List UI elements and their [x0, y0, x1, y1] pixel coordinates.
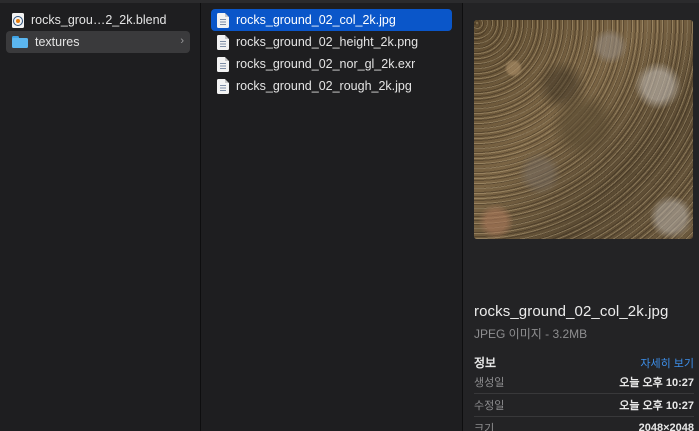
image-file-icon: [217, 12, 229, 28]
item-label: rocks_ground_02_rough_2k.jpg: [236, 79, 412, 93]
item-label: rocks_ground_02_nor_gl_2k.exr: [236, 57, 416, 71]
image-file-icon: [217, 56, 229, 72]
list-item-textures-folder[interactable]: textures ›: [6, 31, 190, 53]
info-value: 2048×2048: [638, 422, 694, 431]
image-file-icon: [217, 34, 229, 50]
info-header: 정보 자세히 보기: [474, 354, 694, 371]
column-textures[interactable]: rocks_ground_02_col_2k.jpg rocks_ground_…: [201, 3, 463, 431]
image-file-icon: [217, 78, 229, 94]
list-item-file[interactable]: rocks_ground_02_col_2k.jpg: [211, 9, 452, 31]
texture-image: [474, 20, 693, 239]
item-label: rocks_ground_02_height_2k.png: [236, 35, 419, 49]
preview-pane: rocks_ground_02_col_2k.jpg JPEG 이미지 - 3.…: [463, 3, 699, 431]
info-row-created: 생성일 오늘 오후 10:27: [474, 371, 694, 394]
finder-column-view: rocks_grou…2_2k.blend textures › rocks_g…: [0, 0, 699, 431]
preview-filename: rocks_ground_02_col_2k.jpg: [474, 303, 669, 320]
blender-file-icon: [12, 12, 24, 28]
info-value: 오늘 오후 10:27: [619, 377, 694, 389]
preview-thumbnail[interactable]: [474, 20, 693, 239]
info-key: 크기: [474, 423, 495, 431]
chevron-right-icon: ›: [180, 35, 184, 47]
list-item-file[interactable]: rocks_ground_02_height_2k.png: [211, 31, 452, 53]
column-parent[interactable]: rocks_grou…2_2k.blend textures ›: [0, 3, 201, 431]
item-label: rocks_grou…2_2k.blend: [31, 13, 167, 27]
list-item-blend-file[interactable]: rocks_grou…2_2k.blend: [6, 9, 190, 31]
item-label: textures: [35, 35, 80, 49]
list-item-file[interactable]: rocks_ground_02_rough_2k.jpg: [211, 75, 452, 97]
info-title: 정보: [474, 356, 497, 370]
show-more-link[interactable]: 자세히 보기: [640, 355, 694, 371]
item-label: rocks_ground_02_col_2k.jpg: [236, 13, 396, 27]
info-value: 오늘 오후 10:27: [619, 400, 694, 412]
info-row-modified: 수정일 오늘 오후 10:27: [474, 394, 694, 417]
folder-icon: [12, 36, 28, 48]
file-metadata: rocks_ground_02_col_2k.jpg JPEG 이미지 - 3.…: [474, 303, 694, 431]
info-key: 생성일: [474, 377, 505, 389]
list-item-file[interactable]: rocks_ground_02_nor_gl_2k.exr: [211, 53, 452, 75]
info-key: 수정일: [474, 400, 505, 412]
preview-file-kind: JPEG 이미지 - 3.2MB: [474, 327, 588, 341]
info-row-size: 크기 2048×2048: [474, 417, 694, 431]
